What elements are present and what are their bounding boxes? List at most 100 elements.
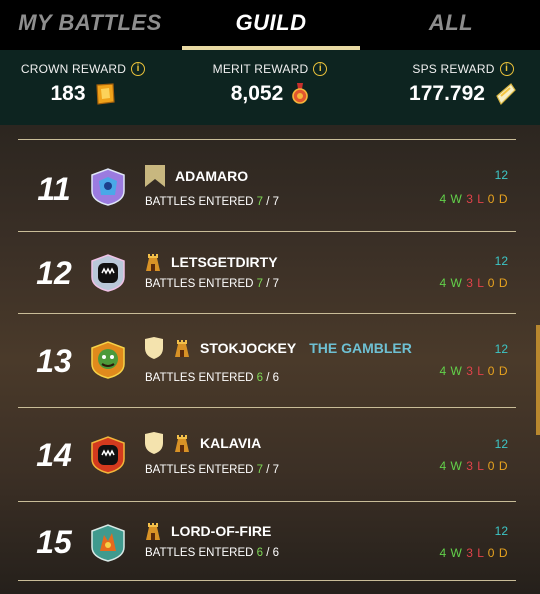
player-title: THE GAMBLER (309, 340, 412, 356)
battles-entered: BATTLES ENTERED 6 / 6 (145, 547, 280, 559)
battles-entered-label: BATTLES ENTERED (145, 196, 254, 208)
info-icon[interactable]: i (313, 62, 328, 76)
player-emblem-icon (91, 168, 125, 206)
info-icon[interactable]: i (499, 62, 514, 76)
wins-label: W (450, 364, 463, 378)
draws-count: 0 (487, 459, 495, 473)
wins-label: W (450, 192, 463, 206)
crown-reward-value: 183 (50, 82, 86, 105)
battles-total-count: 7 (272, 464, 280, 476)
rank-number: 15 (36, 524, 72, 560)
draws-count: 0 (487, 192, 495, 206)
wins-label: W (450, 459, 463, 473)
wins-count: 4 (439, 192, 447, 206)
draws-label: D (498, 276, 508, 290)
merit-reward-label: MERIT REWARD (212, 62, 309, 76)
wins-count: 4 (439, 546, 447, 560)
points-value: 12 (494, 342, 508, 356)
battles-entered-label: BATTLES ENTERED (145, 547, 254, 559)
battles-entered: BATTLES ENTERED 6 / 6 (145, 372, 280, 384)
battles-entered-count: 7 (256, 278, 264, 290)
merit-medal-icon (292, 83, 309, 104)
draws-count: 0 (487, 276, 495, 290)
player-emblem-icon (91, 254, 125, 292)
leaderboard-row[interactable]: 12 LETSGETDIRTY BATTLES ENTERED 7 / 7 12… (18, 231, 516, 313)
player-emblem-icon (91, 436, 125, 474)
win-loss-draw: 4 W 3 L 0 D (439, 276, 508, 290)
wins-count: 4 (439, 276, 447, 290)
battles-entered-count: 6 (256, 372, 264, 384)
losses-label: L (477, 364, 484, 378)
player-name[interactable]: STOKJOCKEY (200, 340, 296, 356)
scrollbar-thumb[interactable] (536, 325, 540, 435)
battles-entered-count: 7 (256, 464, 264, 476)
rank-number: 14 (36, 437, 72, 473)
merit-reward-value: 8,052 (230, 82, 284, 105)
battles-total-count: 6 (272, 372, 280, 384)
player-name[interactable]: KALAVIA (200, 435, 261, 451)
sps-reward-label: SPS REWARD (412, 62, 495, 76)
sps-reward: SPS REWARD i 177.792 (388, 62, 538, 106)
battles-entered-count: 7 (256, 196, 264, 208)
losses-count: 3 (466, 546, 474, 560)
draws-count: 0 (487, 546, 495, 560)
rank-number: 12 (36, 255, 72, 291)
rank-number: 11 (37, 171, 71, 207)
wins-count: 4 (439, 364, 447, 378)
win-loss-draw: 4 W 3 L 0 D (439, 546, 508, 560)
rank-number: 13 (36, 343, 72, 379)
wins-label: W (450, 276, 463, 290)
battles-total-count: 7 (272, 196, 280, 208)
battles-entered-label: BATTLES ENTERED (145, 278, 254, 290)
crown-reward-label: CROWN REWARD (20, 62, 127, 76)
crown-reward: CROWN REWARD i 183 (8, 62, 158, 106)
draws-label: D (498, 459, 508, 473)
leaderboard-row[interactable]: 15 LORD-OF-FIRE BATTLES ENTERED 6 / 6 12… (18, 501, 516, 581)
guild-leaderboard: 11 ADAMARO BATTLES ENTERED 7 / 7 12 4 W … (0, 125, 540, 594)
banner-icon (145, 165, 165, 187)
guild-tower-icon (175, 340, 189, 357)
battles-entered: BATTLES ENTERED 7 / 7 (145, 464, 280, 476)
sps-reward-value: 177.792 (409, 82, 485, 105)
battle-tabs: MY BATTLES GUILD ALL (0, 0, 540, 50)
sps-crystal-icon (496, 83, 516, 106)
guild-tower-icon (146, 523, 160, 540)
guild-tower-icon (146, 254, 160, 271)
shield-icon (145, 337, 163, 359)
player-name[interactable]: ADAMARO (175, 168, 248, 184)
tab-guild[interactable]: GUILD (182, 0, 360, 50)
wins-count: 4 (439, 459, 447, 473)
draws-label: D (498, 364, 508, 378)
battles-entered: BATTLES ENTERED 7 / 7 (145, 196, 280, 208)
merit-reward: MERIT REWARD i 8,052 (185, 62, 355, 106)
losses-count: 3 (466, 364, 474, 378)
tab-my-battles[interactable]: MY BATTLES (0, 0, 180, 50)
leaderboard-row[interactable]: 13 STOKJOCKEY THE GAMBLER BATTLES ENTERED… (18, 313, 516, 407)
draws-count: 0 (487, 364, 495, 378)
battles-entered: BATTLES ENTERED 7 / 7 (145, 278, 280, 290)
points-value: 12 (494, 437, 508, 451)
points-value: 12 (494, 168, 508, 182)
player-emblem-icon (91, 524, 125, 562)
rewards-bar: CROWN REWARD i 183 MERIT REWARD i 8,052 (0, 50, 540, 125)
points-value: 12 (494, 254, 508, 268)
tab-all[interactable]: ALL (362, 0, 540, 50)
win-loss-draw: 4 W 3 L 0 D (439, 192, 508, 206)
points-value: 12 (494, 524, 508, 538)
leaderboard-row[interactable]: 14 KALAVIA BATTLES ENTERED 7 / 7 12 4 W … (18, 407, 516, 501)
losses-count: 3 (466, 459, 474, 473)
shield-icon (145, 432, 163, 454)
draws-label: D (498, 192, 508, 206)
win-loss-draw: 4 W 3 L 0 D (439, 364, 508, 378)
leaderboard-row[interactable]: 11 ADAMARO BATTLES ENTERED 7 / 7 12 4 W … (18, 139, 516, 231)
battles-entered-label: BATTLES ENTERED (145, 464, 254, 476)
draws-label: D (498, 546, 508, 560)
player-name[interactable]: LETSGETDIRTY (171, 254, 278, 270)
player-name[interactable]: LORD-OF-FIRE (171, 523, 271, 539)
battles-entered-label: BATTLES ENTERED (145, 372, 254, 384)
battles-total-count: 7 (272, 278, 280, 290)
info-icon[interactable]: i (131, 62, 146, 76)
player-emblem-icon (91, 341, 125, 379)
crown-token-icon (95, 83, 115, 105)
guild-tower-icon (175, 435, 189, 452)
